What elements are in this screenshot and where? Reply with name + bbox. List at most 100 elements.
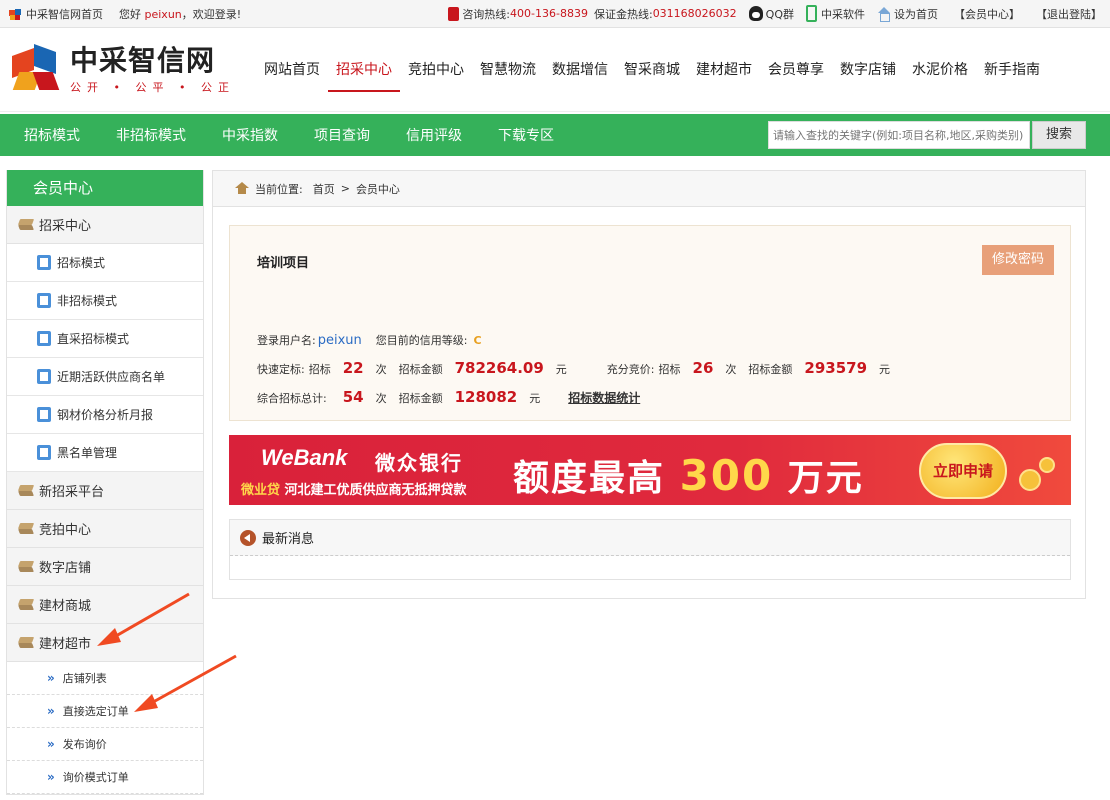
double-chevron-right-icon: » (47, 737, 55, 751)
nav-item-data-credit[interactable]: 数据增信 (544, 48, 616, 92)
sidebar-item-direct-order[interactable]: » 直接选定订单 (7, 695, 203, 728)
nav-item-auction[interactable]: 竞拍中心 (400, 48, 472, 92)
speaker-icon (240, 529, 256, 546)
amount-label: 招标金额 (748, 363, 793, 376)
nav-item-logistics[interactable]: 智慧物流 (472, 48, 544, 92)
subnav-non-bidding[interactable]: 非招标模式 (98, 125, 204, 145)
hotline-label: 咨询热线: (462, 7, 511, 21)
apply-now-button[interactable]: 立即申请 (919, 443, 1007, 499)
set-home-label: 设为首页 (894, 7, 938, 21)
quick-label: 快速定标: (257, 363, 305, 376)
sidebar-section-label: 数字店铺 (39, 561, 92, 576)
sidebar-item-inquiry-order[interactable]: » 询价模式订单 (7, 761, 203, 794)
subnav-bidding[interactable]: 招标模式 (6, 125, 98, 145)
banner-product: 微业贷 (241, 483, 281, 498)
sidebar-item-steel-report[interactable]: 钢材价格分析月报 (7, 396, 203, 434)
sidebar-section-mall[interactable]: 建材商城 (7, 586, 203, 624)
software-label: 中采软件 (821, 7, 865, 21)
quick-amount: 782264.09 (454, 359, 544, 377)
sidebar-section-digital-store[interactable]: 数字店铺 (7, 548, 203, 586)
change-password-button[interactable]: 修改密码 (982, 245, 1054, 275)
member-center-link[interactable]: 【会员中心】 (954, 6, 1020, 22)
nav-item-mall[interactable]: 智采商城 (616, 48, 688, 92)
latest-news-panel: 最新消息 (229, 519, 1071, 580)
amount-label: 招标金额 (398, 392, 443, 405)
greeting-prefix: 您好 (119, 7, 141, 21)
banner-headline-amount: 300 (679, 451, 774, 500)
site-logo[interactable]: 中采智信网 公开 • 公平 • 公正 (8, 42, 248, 98)
search-input[interactable] (768, 121, 1030, 149)
greeting: 您好 peixun，欢迎登录! (119, 6, 241, 22)
logo-slogan: 公开 • 公平 • 公正 (70, 80, 235, 94)
credit-label: 您目前的信用等级: (375, 334, 468, 347)
logo-mark-icon (8, 42, 64, 98)
search-button[interactable]: 搜索 (1032, 121, 1086, 149)
books-icon (19, 219, 33, 231)
books-icon (19, 599, 33, 611)
credit-grade: C (473, 334, 482, 347)
subnav-downloads[interactable]: 下载专区 (480, 125, 572, 145)
subnav-project-search[interactable]: 项目查询 (296, 125, 388, 145)
double-chevron-right-icon: » (47, 704, 55, 718)
breadcrumb-home[interactable]: 首页 (313, 181, 335, 197)
qq-group-link[interactable]: QQ群 (748, 6, 794, 22)
sidebar-section-auction[interactable]: 竞拍中心 (7, 510, 203, 548)
sidebar-section-label: 竞拍中心 (39, 523, 92, 538)
nav-item-guide[interactable]: 新手指南 (976, 48, 1048, 92)
search-box: 搜索 (768, 121, 1086, 149)
logo-name: 中采智信网 (70, 43, 216, 77)
breadcrumb-label: 当前位置: (255, 182, 303, 196)
nav-item-digital-store[interactable]: 数字店铺 (832, 48, 904, 92)
sidebar-section-supermarket[interactable]: 建材超市 (7, 624, 203, 662)
nav-item-home[interactable]: 网站首页 (256, 48, 328, 92)
subnav-index[interactable]: 中采指数 (204, 125, 296, 145)
sidebar-item-label: 钢材价格分析月报 (57, 408, 154, 422)
yuan-unit: 元 (555, 363, 567, 376)
sidebar-item-blacklist[interactable]: 黑名单管理 (7, 434, 203, 472)
banner-desc-line: 微业贷 河北建工优质供应商无抵押贷款 (241, 479, 467, 498)
news-header: 最新消息 (230, 520, 1070, 556)
quick-bid-label: 招标 (308, 363, 331, 376)
sidebar-item-direct-bidding[interactable]: 直采招标模式 (7, 320, 203, 358)
quick-bid-row: 快速定标: 招标 22 次 招标金额 782264.09 元 充分竞价: 招标 … (257, 359, 890, 377)
books-icon (19, 523, 33, 535)
sidebar-item-active-suppliers[interactable]: 近期活跃供应商名单 (7, 358, 203, 396)
banner-brand-cn: 微众银行 (375, 451, 463, 475)
sidebar-item-publish-inquiry[interactable]: » 发布询价 (7, 728, 203, 761)
set-home-link[interactable]: 设为首页 (877, 6, 938, 22)
site-header: 中采智信网 公开 • 公平 • 公正 网站首页 招采中心 竞拍中心 智慧物流 数… (0, 28, 1110, 112)
greeting-suffix: ，欢迎登录! (181, 7, 242, 21)
double-chevron-right-icon: » (47, 770, 55, 784)
home-link[interactable]: 中采智信网首页 (26, 6, 103, 22)
top-bar: 中采智信网首页 您好 peixun，欢迎登录! 咨询热线: 400-136-88… (0, 0, 1110, 28)
subnav-credit-rating[interactable]: 信用评级 (388, 125, 480, 145)
document-icon (37, 369, 51, 384)
sidebar-item-label: 黑名单管理 (57, 446, 118, 460)
sidebar-section-new-platform[interactable]: 新招采平台 (7, 472, 203, 510)
logout-link[interactable]: 【退出登陆】 (1036, 6, 1102, 22)
sidebar-item-bidding[interactable]: 招标模式 (7, 244, 203, 282)
account-info-panel: 培训项目 修改密码 登录用户名: peixun 您目前的信用等级: C 快速定标… (229, 225, 1071, 421)
total-label: 综合招标总计: (257, 392, 327, 405)
banner-headline-prefix: 额度最高 (513, 458, 666, 499)
software-link[interactable]: 中采软件 (806, 5, 865, 22)
nav-item-supermarket[interactable]: 建材超市 (688, 48, 760, 92)
sidebar-section-zhaocai[interactable]: 招采中心 (7, 206, 203, 244)
quick-count: 22 (342, 359, 364, 377)
sidebar-item-non-bidding[interactable]: 非招标模式 (7, 282, 203, 320)
hotline-number: 400-136-8839 (510, 7, 588, 20)
sidebar-item-store-list[interactable]: » 店铺列表 (7, 662, 203, 695)
webank-ad-banner[interactable]: WeBank 微众银行 微业贷 河北建工优质供应商无抵押贷款 额度最高 300 … (229, 435, 1071, 505)
stats-link[interactable]: 招标数据统计 (568, 389, 640, 406)
times-unit: 次 (375, 392, 387, 405)
nav-item-zhaocai[interactable]: 招采中心 (328, 48, 400, 92)
full-count: 26 (692, 359, 714, 377)
site-logo-icon (8, 7, 22, 21)
sidebar-item-label: 直接选定订单 (62, 705, 129, 718)
books-icon (19, 561, 33, 573)
sidebar-item-label: 招标模式 (57, 256, 106, 270)
nav-item-cement-price[interactable]: 水泥价格 (904, 48, 976, 92)
yuan-unit: 元 (529, 392, 541, 405)
hotline: 咨询热线: 400-136-8839 保证金热线: 031168026032 (448, 6, 737, 22)
nav-item-member[interactable]: 会员尊享 (760, 48, 832, 92)
